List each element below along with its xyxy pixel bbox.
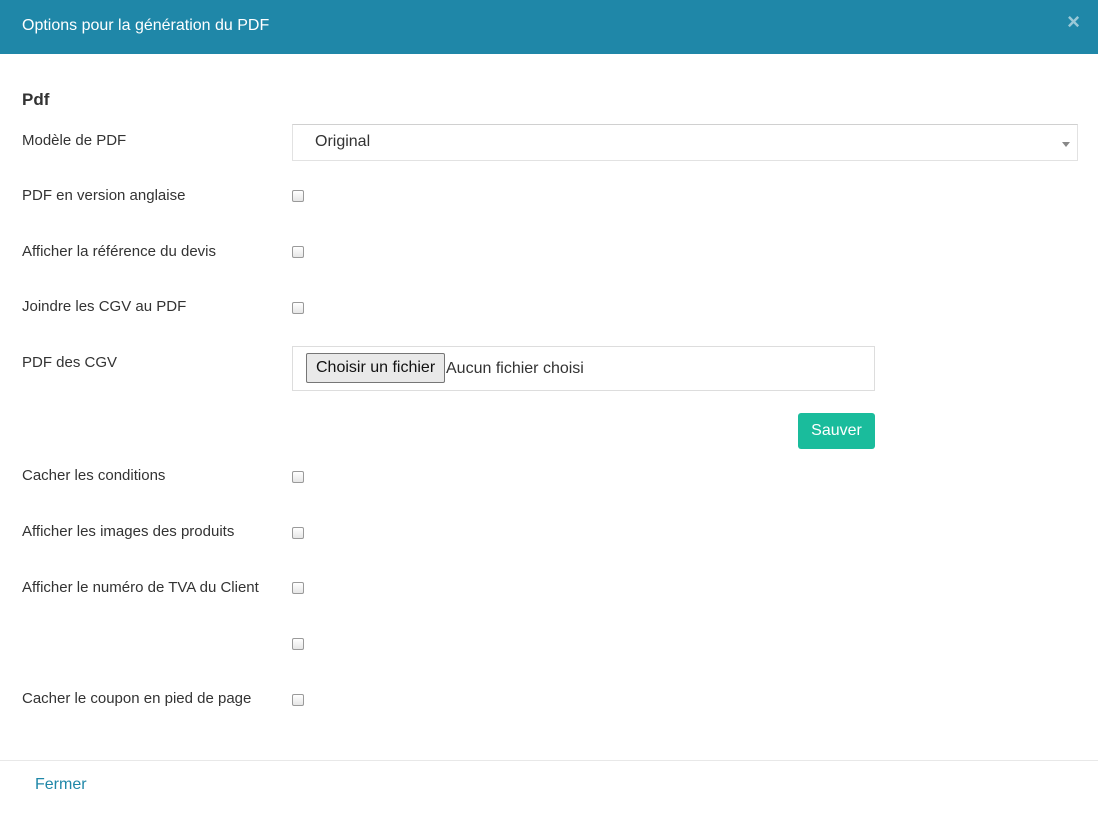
chevron-down-icon: [1062, 142, 1070, 147]
english-version-label: PDF en version anglaise: [22, 187, 186, 204]
hide-conditions-checkbox[interactable]: [292, 471, 304, 483]
save-button[interactable]: Sauver: [798, 413, 875, 449]
close-icon[interactable]: ×: [1067, 10, 1080, 34]
show-client-vat-label: Afficher le numéro de TVA du Client: [22, 579, 259, 596]
english-version-checkbox[interactable]: [292, 190, 304, 202]
modal-header: Options pour la génération du PDF ×: [0, 0, 1098, 54]
close-link[interactable]: Fermer: [35, 776, 87, 794]
attach-cgv-label: Joindre les CGV au PDF: [22, 298, 187, 315]
show-product-images-checkbox[interactable]: [292, 527, 304, 539]
hide-footer-coupon-checkbox[interactable]: [292, 694, 304, 706]
cgv-file-input[interactable]: Choisir un fichier Aucun fichier choisi: [292, 346, 875, 391]
pdf-model-selected-value: Original: [315, 133, 371, 150]
cgv-pdf-label: PDF des CGV: [22, 354, 118, 371]
unlabeled-option-checkbox[interactable]: [292, 638, 304, 650]
footer-divider: [0, 760, 1098, 761]
file-status-text: Aucun fichier choisi: [446, 360, 584, 377]
choose-file-button[interactable]: Choisir un fichier: [306, 353, 446, 383]
show-client-vat-checkbox[interactable]: [292, 582, 304, 594]
pdf-model-label: Modèle de PDF: [22, 132, 127, 149]
attach-cgv-checkbox[interactable]: [292, 302, 304, 314]
show-quote-reference-checkbox[interactable]: [292, 246, 304, 258]
pdf-model-select[interactable]: Original: [292, 124, 1078, 161]
hide-conditions-label: Cacher les conditions: [22, 467, 166, 484]
section-title: Pdf: [22, 90, 50, 109]
modal-title: Options pour la génération du PDF: [22, 17, 270, 34]
show-quote-reference-label: Afficher la référence du devis: [22, 243, 216, 260]
show-product-images-label: Afficher les images des produits: [22, 523, 235, 540]
hide-footer-coupon-label: Cacher le coupon en pied de page: [22, 690, 252, 707]
